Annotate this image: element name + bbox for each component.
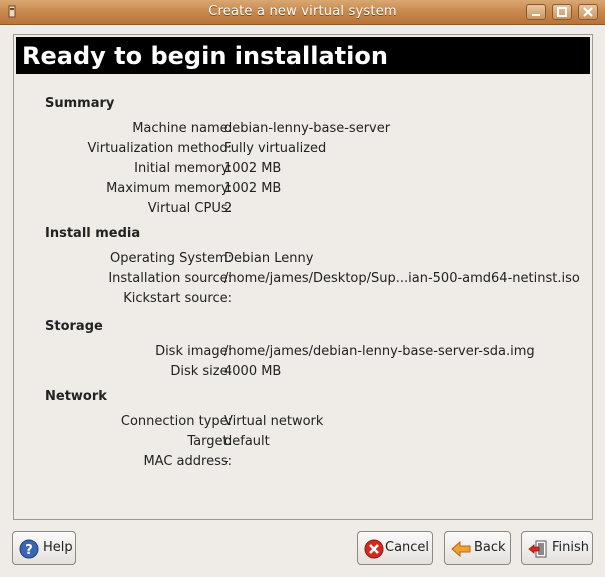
network-row: Target: default [14, 434, 584, 452]
back-button[interactable]: Back [444, 531, 511, 565]
maximum-memory-value: 1002 MB [224, 181, 282, 196]
storage-row: Disk image: /home/james/debian-lenny-bas… [14, 344, 584, 362]
install-media-row: Operating System: Debian Lenny [14, 251, 584, 269]
install-media-row: Installation source: /home/james/Desktop… [14, 271, 584, 289]
machine-name-value: debian-lenny-base-server [224, 121, 391, 136]
virtualization-method-value: Fully virtualized [224, 141, 327, 156]
help-icon: ? [19, 539, 39, 559]
finish-label: Finish [552, 540, 590, 555]
window-title: Create a new virtual system [208, 4, 397, 19]
svg-text:?: ? [25, 543, 33, 558]
minimize-icon [532, 14, 540, 16]
disk-image-label: Disk image: [155, 344, 232, 359]
mac-address-value: - [224, 454, 229, 469]
maximum-memory-label: Maximum memory: [106, 181, 232, 196]
mac-address-label: MAC address: [143, 454, 232, 469]
initial-memory-value: 1002 MB [224, 161, 282, 176]
installation-source-label: Installation source: [108, 271, 232, 286]
virtual-cpus-label: Virtual CPUs: [147, 201, 232, 216]
storage-heading: Storage [45, 319, 103, 334]
summary-row: Machine name: debian-lenny-base-server [14, 121, 584, 139]
cancel-label: Cancel [385, 540, 430, 555]
connection-type-label: Connection type: [120, 414, 232, 429]
help-button[interactable]: ? Help [12, 531, 76, 565]
network-row: MAC address: - [14, 454, 584, 472]
virtual-cpus-value: 2 [224, 201, 233, 216]
cancel-button[interactable]: Cancel [357, 531, 433, 565]
summary-row: Virtualization method: Fully virtualized [14, 141, 584, 159]
installation-source-value: /home/james/Desktop/Sup...ian-500-amd64-… [224, 271, 580, 286]
window-titlebar[interactable]: Create a new virtual system [0, 0, 605, 25]
target-value: default [224, 434, 270, 449]
summary-row: Virtual CPUs: 2 [14, 201, 584, 219]
kickstart-source-label: Kickstart source: [123, 291, 232, 306]
finish-button[interactable]: Finish [521, 531, 593, 565]
summary-row: Initial memory: 1002 MB [14, 161, 584, 179]
summary-row: Maximum memory: 1002 MB [14, 181, 584, 199]
network-heading: Network [45, 389, 107, 404]
disk-image-value: /home/james/debian-lenny-base-server-sda… [224, 344, 535, 359]
connection-type-value: Virtual network [224, 414, 324, 429]
network-row: Connection type: Virtual network [14, 414, 584, 432]
page-header: Ready to begin installation [16, 37, 590, 74]
operating-system-value: Debian Lenny [224, 251, 314, 266]
install-media-row: Kickstart source: [14, 291, 584, 309]
summary-page: Ready to begin installation Summary Mach… [13, 34, 593, 520]
disk-size-label: Disk size: [170, 364, 232, 379]
minimize-button[interactable] [526, 4, 546, 20]
initial-memory-label: Initial memory: [134, 161, 232, 176]
page-title: Ready to begin installation [22, 42, 388, 70]
machine-name-label: Machine name: [132, 121, 232, 136]
install-media-heading: Install media [45, 226, 141, 241]
maximize-button[interactable] [552, 4, 572, 20]
disk-size-value: 4000 MB [224, 364, 282, 379]
close-icon [583, 7, 593, 17]
virtualization-method-label: Virtualization method: [87, 141, 233, 156]
finish-icon [528, 540, 547, 558]
back-label: Back [474, 540, 506, 555]
operating-system-label: Operating System: [110, 251, 232, 266]
maximize-icon [557, 7, 567, 17]
cancel-icon [364, 539, 384, 559]
summary-heading: Summary [45, 96, 115, 111]
close-button[interactable] [578, 4, 598, 20]
back-arrow-icon [451, 540, 471, 558]
storage-row: Disk size: 4000 MB [14, 364, 584, 382]
help-label: Help [43, 540, 73, 555]
